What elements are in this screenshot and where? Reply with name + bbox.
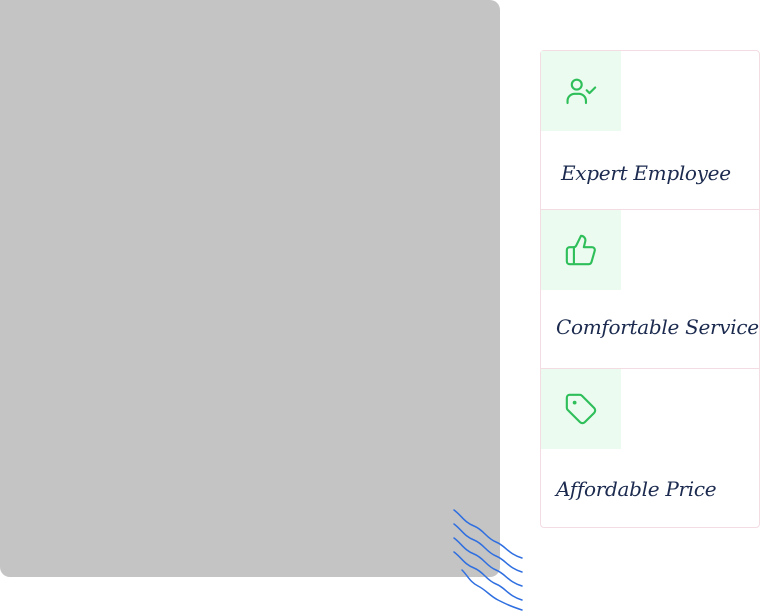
feature-title: Expert Employee <box>561 161 731 185</box>
thumbs-up-icon <box>565 234 596 266</box>
feature-title: Affordable Price <box>556 477 717 501</box>
feature-title: Comfortable Service <box>556 315 759 339</box>
image-placeholder <box>0 0 500 577</box>
wave-decoration <box>453 509 523 611</box>
feature-icon-box <box>541 210 621 290</box>
price-tag-icon <box>565 393 597 425</box>
user-check-icon <box>566 78 597 105</box>
feature-icon-box <box>541 51 621 131</box>
feature-icon-box <box>541 369 621 449</box>
feature-affordable-price: Affordable Price <box>541 369 759 527</box>
feature-expert-employee: Expert Employee <box>541 51 759 210</box>
features-card: Expert Employee Comfortable Service Affo… <box>540 50 760 528</box>
feature-comfortable-service: Comfortable Service <box>541 210 759 369</box>
